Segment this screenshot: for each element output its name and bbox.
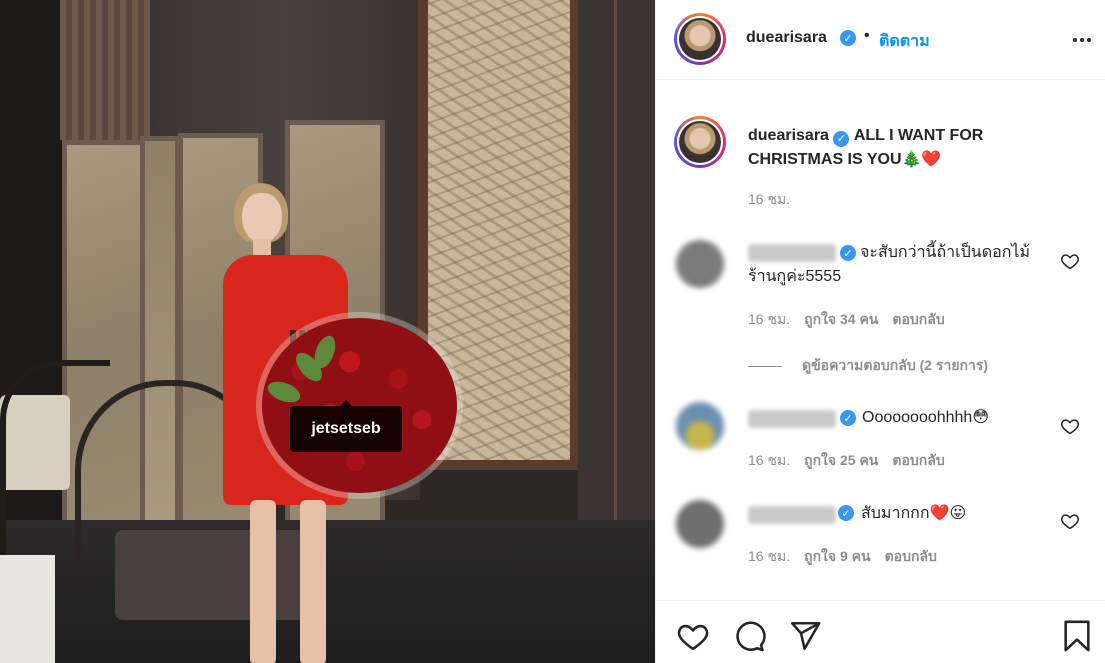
user-tag[interactable]: jetsetseb	[290, 400, 402, 452]
photo-background	[60, 0, 150, 140]
comment-time[interactable]: 16 ชม.	[748, 548, 790, 564]
verified-icon: ✓	[840, 30, 856, 46]
like-heart-icon[interactable]	[676, 619, 710, 653]
comment-text: Oooooooohhhh😳	[862, 409, 990, 426]
header-username[interactable]: duearisara	[746, 29, 827, 47]
verified-icon: ✓	[840, 410, 856, 426]
comment-meta: 16 ชม. ถูกใจ 34 คน ตอบกลับ	[748, 309, 945, 331]
comment-text: จะสับกว่านี้ถ้าเป็นดอกไม้ร้านกูค่ะ5555	[748, 244, 1030, 285]
caption-text-block: duearisara ✓ ALL I WANT FOR CHRISTMAS IS…	[748, 124, 1048, 172]
verified-icon: ✓	[833, 131, 850, 147]
comment-meta: 16 ชม. ถูกใจ 9 คน ตอบกลับ	[748, 546, 937, 568]
post-header: duearisara ✓ • ติดตาม	[656, 0, 1105, 80]
comment-likes[interactable]: ถูกใจ 9 คน	[804, 548, 871, 564]
comment-time[interactable]: 16 ชม.	[748, 452, 790, 468]
post-photo[interactable]: jetsetseb	[0, 0, 655, 663]
comment-icon[interactable]	[732, 619, 766, 653]
bookmark-icon[interactable]	[1060, 619, 1094, 653]
share-icon[interactable]	[788, 619, 822, 653]
avatar[interactable]	[674, 116, 726, 168]
avatar[interactable]	[676, 240, 724, 288]
post-sidebar: duearisara ✓ • ติดตาม duearisara ✓ ALL I…	[655, 0, 1105, 663]
avatar[interactable]	[676, 500, 724, 548]
post-action-bar	[656, 600, 1105, 663]
replies-divider	[748, 365, 782, 367]
follow-button[interactable]: ติดตาม	[879, 29, 930, 54]
view-replies-button[interactable]: ดูข้อความตอบกลับ (2 รายการ)	[748, 355, 988, 377]
view-replies-label: ดูข้อความตอบกลับ (2 รายการ)	[802, 357, 989, 373]
comment-meta: 16 ชม. ถูกใจ 25 คน ตอบกลับ	[748, 450, 945, 472]
comment-username[interactable]	[748, 410, 836, 428]
reply-button[interactable]: ตอบกลับ	[892, 452, 944, 468]
heart-icon[interactable]	[1060, 511, 1080, 531]
comment-text: สับมากกก❤️😛	[861, 505, 967, 522]
heart-icon[interactable]	[1060, 416, 1080, 436]
header-separator: •	[864, 27, 870, 44]
reply-button[interactable]: ตอบกลับ	[892, 311, 944, 327]
comment-likes[interactable]: ถูกใจ 34 คน	[804, 311, 878, 327]
verified-icon: ✓	[838, 505, 854, 521]
reply-button[interactable]: ตอบกลับ	[885, 548, 937, 564]
heart-icon[interactable]	[1060, 251, 1080, 271]
photo-background	[578, 0, 655, 560]
caption-username[interactable]: duearisara	[748, 127, 829, 144]
caption-time[interactable]: 16 ชม.	[748, 189, 790, 211]
more-options-icon[interactable]	[1073, 30, 1093, 50]
comment-likes[interactable]: ถูกใจ 25 คน	[804, 452, 878, 468]
avatar[interactable]	[674, 13, 726, 65]
photo-background	[0, 555, 55, 663]
avatar[interactable]	[676, 402, 724, 450]
comment-username[interactable]	[748, 506, 836, 524]
comment-time[interactable]: 16 ชม.	[748, 311, 790, 327]
